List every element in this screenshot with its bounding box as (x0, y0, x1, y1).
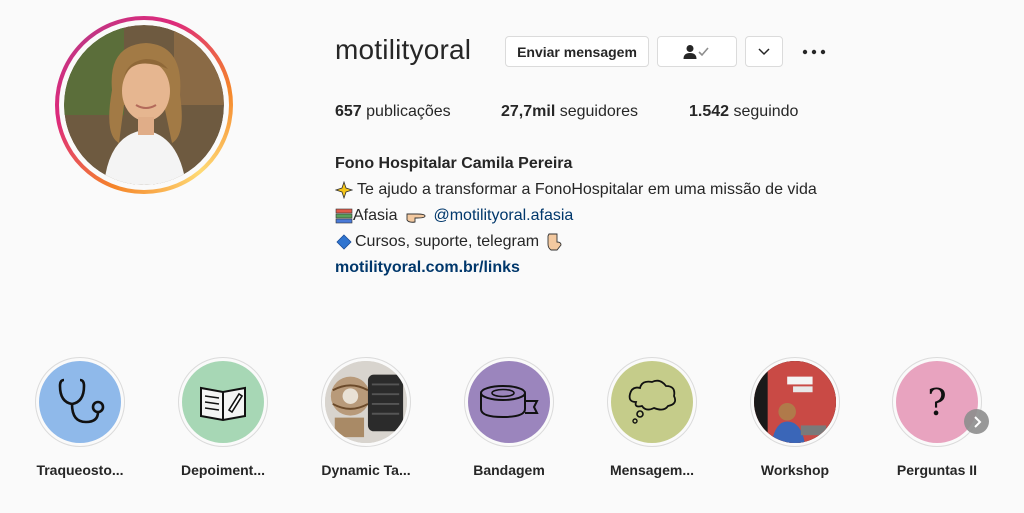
person-check-icon (683, 44, 709, 59)
open-book-icon (200, 386, 246, 422)
profile-avatar[interactable] (55, 16, 233, 194)
bio-full-name: Fono Hospitalar Camila Pereira (335, 155, 573, 172)
bio-line-3: Cursos, suporte, telegram (335, 229, 817, 255)
suggested-accounts-button[interactable] (745, 36, 783, 67)
highlight-label: Traqueosto... (36, 462, 124, 478)
highlight-depoimentos[interactable]: Depoiment... (163, 357, 283, 478)
thought-bubble-icon (628, 379, 677, 424)
bio-line-3-text: Cursos, suporte, telegram (355, 233, 540, 250)
highlight-cover (39, 361, 121, 443)
bio-line-1: Te ajudo a transformar a FonoHospitalar … (335, 177, 817, 203)
highlight-ring (35, 357, 125, 447)
highlight-label: Perguntas II (896, 462, 978, 478)
highlight-ring (178, 357, 268, 447)
avatar-photo (64, 25, 224, 185)
profile-bio: Fono Hospitalar Camila Pereira Te ajudo … (335, 151, 817, 281)
sparkle-star-icon (335, 181, 353, 199)
bio-website-link[interactable]: motilityoral.com.br/links (335, 255, 817, 281)
stethoscope-icon (58, 378, 105, 424)
question-mark-icon: ? (927, 383, 946, 424)
tape-photo (325, 361, 407, 443)
avatar-gap (59, 20, 229, 190)
blue-diamond-icon (336, 234, 352, 250)
posts-count: 657 publicações (335, 103, 451, 120)
chevron-down-icon (758, 47, 770, 55)
highlight-label: Bandagem (473, 462, 545, 478)
highlight-cover (611, 361, 693, 443)
highlight-cover (468, 361, 550, 443)
followers-link[interactable]: 27,7mil seguidores (501, 103, 638, 121)
highlight-label: Dynamic Ta... (321, 462, 411, 478)
highlight-ring (607, 357, 697, 447)
bio-line-2-text: Afasia (353, 207, 398, 224)
bio-line-1-text: Te ajudo a transformar a FonoHospitalar … (357, 181, 817, 198)
pointing-down-icon (547, 233, 562, 251)
following-button[interactable] (657, 36, 737, 67)
highlight-cover (325, 361, 407, 443)
afasia-mention-link[interactable]: @motilityoral.afasia (433, 203, 573, 229)
highlight-label: Depoiment... (180, 462, 265, 478)
svg-text:?: ? (927, 383, 946, 424)
bio-line-2: Afasia @motilityoral.afasia (335, 203, 817, 229)
highlight-label: Mensagem... (609, 462, 695, 478)
highlight-ring (750, 357, 840, 447)
highlight-bandagem[interactable]: Bandagem (449, 357, 569, 478)
more-horizontal-icon (802, 49, 826, 55)
books-icon (335, 208, 353, 224)
highlight-cover (182, 361, 264, 443)
highlight-ring (464, 357, 554, 447)
highlight-dynamic-tape[interactable]: Dynamic Ta... (306, 357, 426, 478)
tape-roll-icon (480, 385, 539, 419)
highlights-next-button[interactable] (964, 409, 989, 434)
send-message-button[interactable]: Enviar mensagem (505, 36, 649, 67)
highlight-cover: ? (896, 361, 978, 443)
highlight-ring: ? (892, 357, 982, 447)
highlight-traqueostomia[interactable]: Traqueosto... (20, 357, 140, 478)
highlight-mensagem[interactable]: Mensagem... (592, 357, 712, 478)
pointing-right-icon (407, 213, 426, 223)
highlight-cover (754, 361, 836, 443)
highlight-label: Workshop (760, 462, 830, 478)
highlight-ring (321, 357, 411, 447)
following-link[interactable]: 1.542 seguindo (689, 103, 798, 121)
chevron-right-icon (973, 415, 981, 428)
profile-username: motilityoral (335, 34, 472, 65)
workshop-photo (754, 361, 836, 443)
more-options-button[interactable] (800, 38, 828, 66)
highlight-workshop[interactable]: Workshop (735, 357, 855, 478)
